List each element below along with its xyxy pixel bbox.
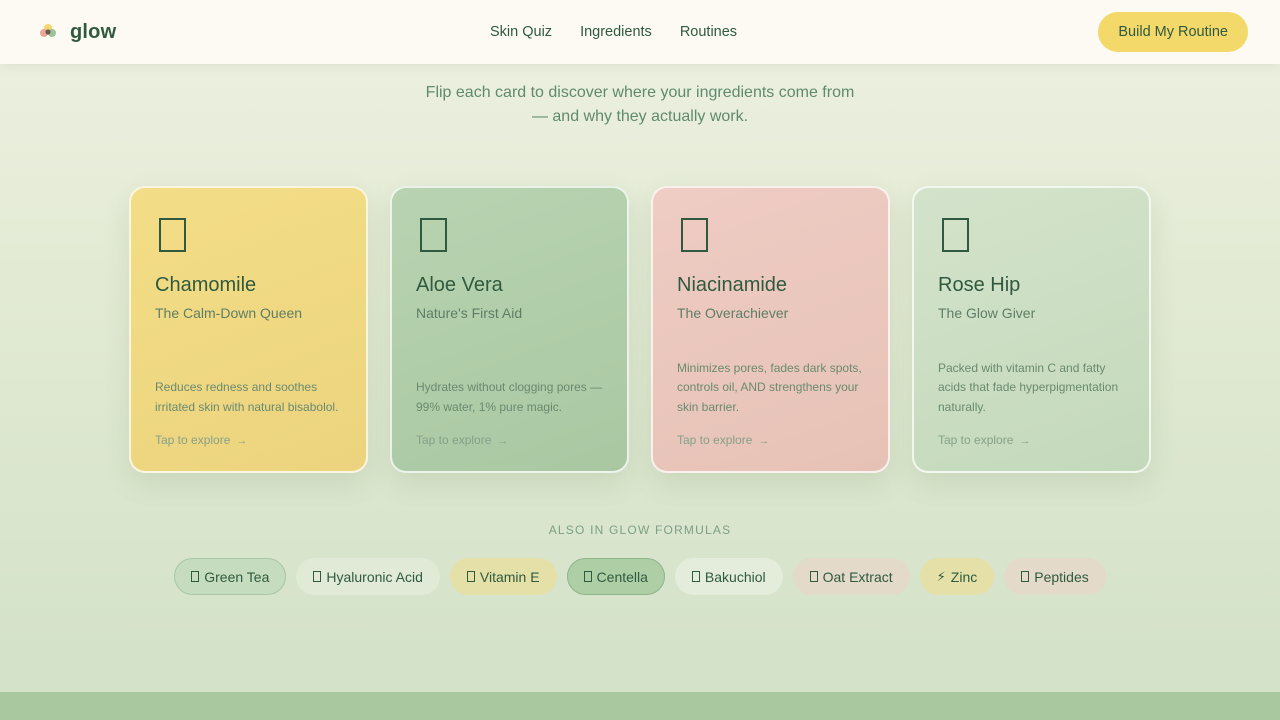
footer-band: [0, 692, 1280, 720]
site-header: glow Skin Quiz Ingredients Routines Buil…: [0, 0, 1280, 64]
tap-to-explore[interactable]: Tap to explore →: [938, 433, 1030, 447]
flower-logo-icon: [38, 22, 58, 42]
nav-routines[interactable]: Routines: [680, 24, 737, 40]
tap-to-explore[interactable]: Tap to explore →: [155, 433, 247, 447]
ingredient-cards: Chamomile The Calm-Down Queen Reduces re…: [129, 186, 1151, 473]
capsule-icon: [466, 571, 475, 582]
intro-line-1: Flip each card to discover where your in…: [425, 84, 855, 101]
also-in-heading: ALSO IN GLOW FORMULAS: [548, 523, 732, 537]
chip-label: Bakuchiol: [704, 568, 766, 585]
chip-label: Centella: [596, 568, 648, 585]
chip-label: Peptides: [1034, 568, 1089, 585]
nav-skin-quiz[interactable]: Skin Quiz: [490, 24, 552, 40]
droplet-icon: [313, 571, 322, 582]
card-title: Aloe Vera: [416, 274, 503, 296]
chip-green-tea[interactable]: Green Tea: [174, 558, 287, 595]
lightning-icon: ⚡: [936, 568, 946, 584]
herb-icon: [583, 571, 592, 582]
page: glow Skin Quiz Ingredients Routines Buil…: [0, 0, 1280, 720]
card-aloe-vera[interactable]: Aloe Vera Nature's First Aid Hydrates wi…: [390, 186, 629, 473]
card-rose-hip[interactable]: Rose Hip The Glow Giver Packed with vita…: [912, 186, 1151, 473]
card-description: Packed with vitamin C and fatty acids th…: [938, 360, 1119, 414]
card-chamomile[interactable]: Chamomile The Calm-Down Queen Reduces re…: [129, 186, 368, 473]
brand-name: glow: [70, 20, 117, 43]
card-description: Reduces redness and soothes irritated sk…: [155, 380, 339, 414]
chip-hyaluronic-acid[interactable]: Hyaluronic Acid: [296, 558, 440, 595]
arrow-right-icon: →: [1019, 435, 1031, 447]
card-subtitle: The Glow Giver: [938, 305, 1036, 321]
chip-label: Oat Extract: [822, 568, 893, 585]
tap-label: Tap to explore: [155, 433, 231, 447]
card-description: Minimizes pores, fades dark spots, contr…: [677, 360, 862, 414]
arrow-right-icon: →: [497, 435, 509, 447]
chip-peptides[interactable]: Peptides: [1004, 558, 1106, 595]
leaf-icon: [191, 571, 200, 582]
chip-vitamin-e[interactable]: Vitamin E: [449, 558, 557, 595]
intro-subtitle: Flip each card to discover where your in…: [0, 81, 1280, 129]
card-niacinamide[interactable]: Niacinamide The Overachiever Minimizes p…: [651, 186, 890, 473]
card-description: Hydrates without clogging pores — 99% wa…: [416, 380, 603, 414]
card-title: Niacinamide: [677, 274, 788, 296]
intro-line-2: — and why they actually work.: [531, 108, 749, 125]
chip-bakuchiol[interactable]: Bakuchiol: [674, 558, 783, 595]
tap-label: Tap to explore: [677, 433, 753, 447]
grain-icon: [809, 571, 818, 582]
chip-oat-extract[interactable]: Oat Extract: [792, 558, 910, 595]
chip-label: Hyaluronic Acid: [326, 568, 423, 585]
ingredient-chips: Green Tea Hyaluronic Acid Vitamin E Cent…: [0, 558, 1280, 595]
tap-label: Tap to explore: [938, 433, 1014, 447]
molecule-icon: [1021, 571, 1030, 582]
brand[interactable]: glow: [38, 21, 116, 44]
nav-ingredients[interactable]: Ingredients: [580, 24, 652, 40]
tap-to-explore[interactable]: Tap to explore →: [416, 433, 508, 447]
tap-to-explore[interactable]: Tap to explore →: [677, 433, 769, 447]
build-routine-button[interactable]: Build My Routine: [1098, 12, 1248, 52]
chip-zinc[interactable]: ⚡ Zinc: [919, 558, 995, 595]
card-subtitle: The Overachiever: [677, 305, 789, 321]
chip-centella[interactable]: Centella: [566, 558, 665, 595]
card-title: Rose Hip: [938, 274, 1021, 296]
chip-label: Vitamin E: [479, 568, 540, 585]
flask-icon: [681, 218, 708, 252]
card-title: Chamomile: [155, 274, 257, 296]
tap-label: Tap to explore: [416, 433, 492, 447]
plant-icon: [420, 218, 447, 252]
chip-label: Zinc: [950, 568, 978, 585]
main-nav: Skin Quiz Ingredients Routines: [490, 24, 737, 40]
flower-icon: [159, 218, 186, 252]
plant-icon: [691, 571, 700, 582]
chip-label: Green Tea: [204, 568, 270, 585]
rose-icon: [942, 218, 969, 252]
arrow-right-icon: →: [758, 435, 770, 447]
card-subtitle: Nature's First Aid: [416, 305, 523, 321]
card-subtitle: The Calm-Down Queen: [155, 305, 303, 321]
arrow-right-icon: →: [236, 435, 248, 447]
